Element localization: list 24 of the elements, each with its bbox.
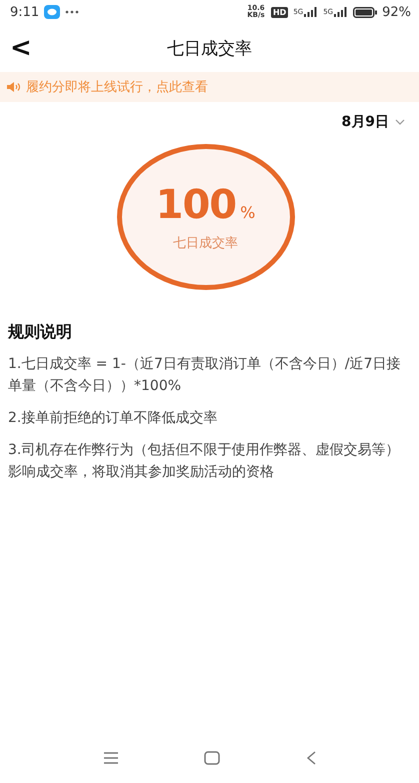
rate-label: 七日成交率 [173, 235, 238, 252]
chat-app-icon [44, 5, 60, 19]
status-time: 9:11 [10, 4, 40, 20]
rate-value: 100 [156, 182, 236, 228]
notice-text: 履约分即将上线试行，点此查看 [26, 79, 208, 96]
home-icon[interactable] [204, 751, 220, 765]
chevron-down-icon [395, 119, 405, 125]
speaker-icon [7, 82, 20, 92]
menu-icon[interactable] [102, 752, 119, 764]
rules-heading: 规则说明 [8, 322, 73, 343]
rule-text: 3.司机存在作弊行为（包括但不限于使用作弊器、虚假交易等）影响成交率，将取消其参加奖励活动的资格 [8, 441, 400, 482]
hd-badge: HD [270, 6, 288, 18]
rule-text: 2.接单前拒绝的订单不降低成交率 [8, 409, 218, 428]
more-dots-icon [65, 10, 80, 14]
back-button[interactable]: < [6, 33, 36, 63]
page-title: 七日成交率 [167, 38, 252, 60]
signal-icon [304, 7, 318, 17]
date-dropdown[interactable]: 8月9日 [336, 112, 411, 132]
battery-level: 92% [382, 4, 411, 20]
signal-icon [334, 7, 348, 17]
battery-icon [353, 6, 378, 18]
back-icon[interactable] [306, 751, 316, 765]
rate-unit: % [240, 203, 256, 222]
rule-text: 1.七日成交率 = 1-（近7日有责取消订单（不含今日）/近7日接单量（不含今日））*100% [8, 355, 402, 396]
